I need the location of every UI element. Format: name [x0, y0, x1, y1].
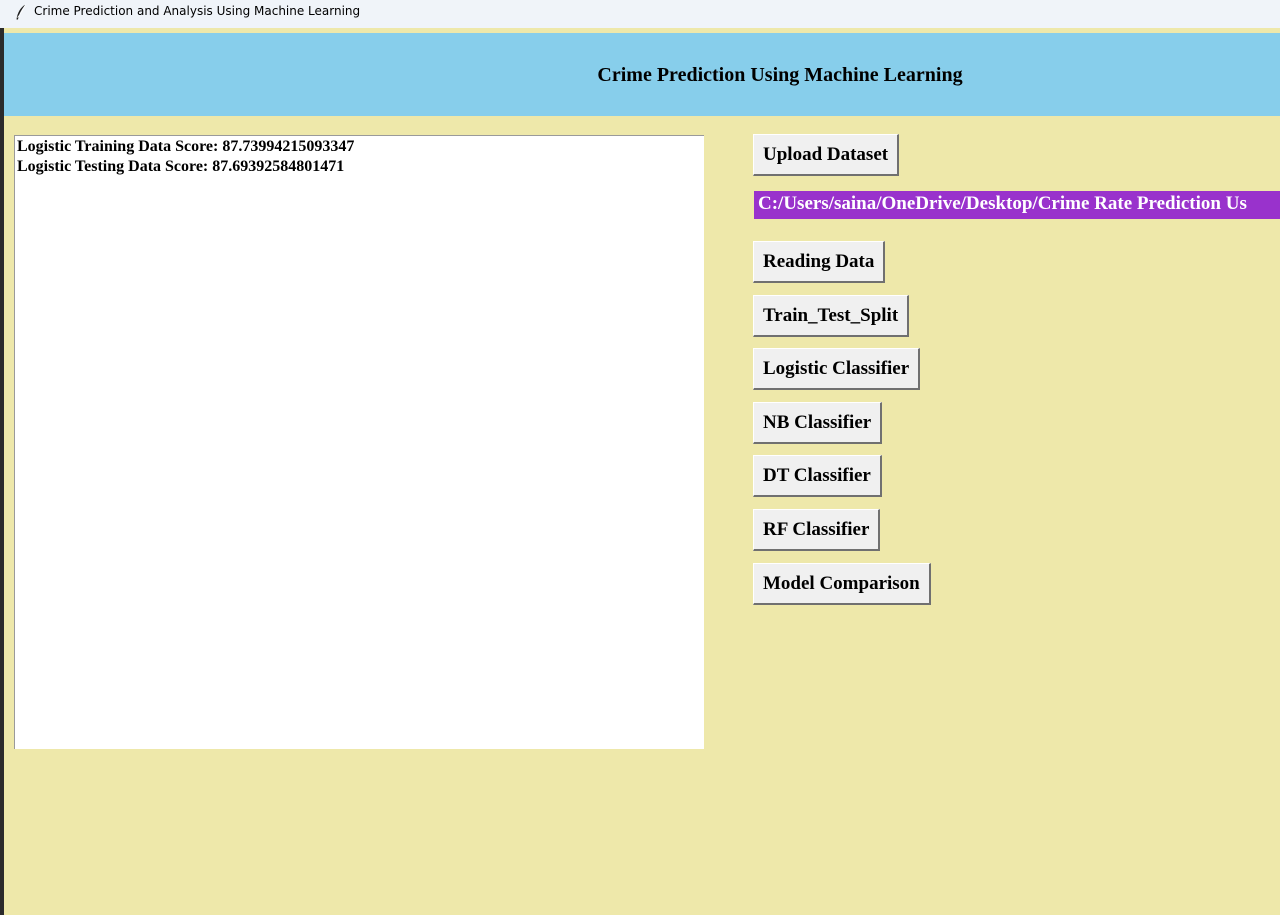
dt-classifier-button[interactable]: DT Classifier — [753, 455, 882, 497]
app-window: Crime Prediction and Analysis Using Mach… — [0, 0, 1280, 915]
upload-dataset-button[interactable]: Upload Dataset — [753, 134, 900, 176]
nb-classifier-button[interactable]: NB Classifier — [753, 402, 883, 444]
title-bar: Crime Prediction and Analysis Using Mach… — [0, 0, 1280, 29]
app-header: Crime Prediction Using Machine Learning — [4, 33, 1280, 116]
window-left-edge — [0, 28, 4, 915]
output-lines: Logistic Training Data Score: 87.7399421… — [15, 137, 354, 177]
train-test-split-button[interactable]: Train_Test_Split — [753, 295, 910, 337]
feather-icon — [16, 4, 26, 20]
reading-data-button[interactable]: Reading Data — [753, 241, 886, 283]
window-title: Crime Prediction and Analysis Using Mach… — [34, 4, 361, 18]
model-comparison-button[interactable]: Model Comparison — [753, 563, 931, 605]
output-line-training-score: Logistic Training Data Score: 87.7399421… — [17, 138, 355, 155]
header-title: Crime Prediction Using Machine Learning — [597, 64, 963, 86]
output-text-area[interactable]: Logistic Training Data Score: 87.7399421… — [14, 135, 704, 749]
rf-classifier-button[interactable]: RF Classifier — [753, 509, 881, 551]
logistic-classifier-button[interactable]: Logistic Classifier — [753, 348, 921, 390]
output-line-testing-score: Logistic Testing Data Score: 87.69392584… — [17, 158, 345, 175]
dataset-path-label: C:/Users/saina/OneDrive/Desktop/Crime Ra… — [754, 191, 1280, 219]
